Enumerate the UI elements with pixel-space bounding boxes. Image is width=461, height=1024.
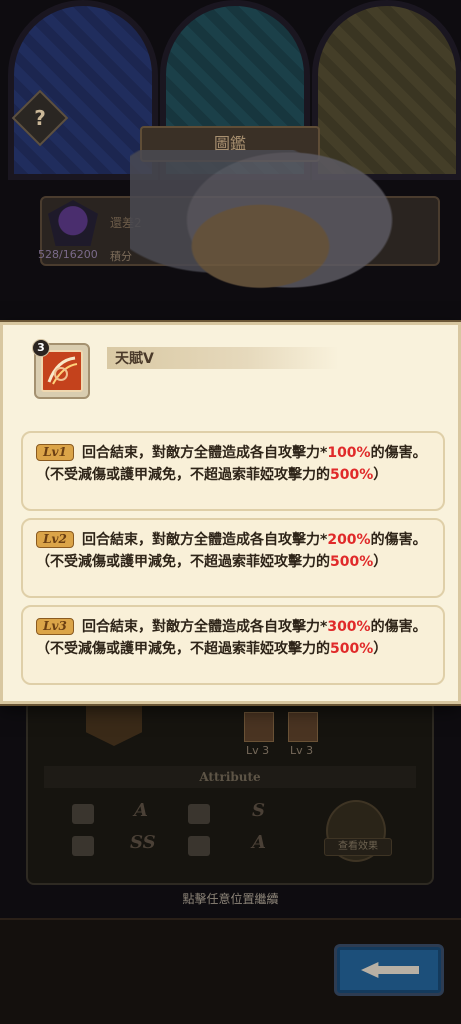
view-effect-label: 查看效果 — [324, 838, 392, 856]
damage-cap: 500% — [330, 467, 374, 483]
slash-icon — [41, 350, 83, 392]
collection-progress: 528/16200 — [38, 248, 98, 261]
character-art — [130, 150, 420, 325]
sword-icon — [72, 836, 94, 856]
help-icon: ? — [34, 106, 46, 130]
damage-cap: 500% — [330, 641, 374, 657]
talent-level-badge: 3 — [32, 339, 50, 357]
level-tag: Lv1 — [36, 444, 74, 461]
progress-label: 積分 — [110, 250, 132, 263]
talent-name: 天賦V — [115, 351, 154, 367]
attribute-grade: A — [134, 800, 148, 821]
talent-level-2: 回合結束，對敵方全體造成各自攻擊力*200%的傷害。（不受減傷或護甲減免，不超過… — [21, 518, 445, 598]
level-tag: Lv3 — [36, 618, 74, 635]
skill-level-label: Lv 3 — [290, 744, 314, 757]
attribute-grade: SS — [130, 832, 156, 853]
tap-to-continue-hint: 點擊任意位置繼續 — [182, 892, 279, 906]
damage-cap: 500% — [330, 554, 374, 570]
damage-percent: 300% — [327, 619, 371, 635]
talent-level-3: 回合結束，對敵方全體造成各自攻擊力*300%的傷害。（不受減傷或護甲減免，不超過… — [21, 605, 445, 685]
talent-description: 回合結束，對敵方全體造成各自攻擊力*300%的傷害。（不受減傷或護甲減免，不超過… — [36, 619, 427, 657]
view-effect-button[interactable]: 查看效果 — [324, 800, 392, 862]
back-arrow-icon — [361, 962, 419, 978]
damage-percent: 200% — [327, 532, 371, 548]
skill-level-label: Lv 3 — [246, 744, 270, 757]
shield-icon — [188, 804, 210, 824]
level-tag: Lv2 — [36, 531, 74, 548]
attribute-title: Attribute — [44, 766, 416, 788]
skill-icon[interactable] — [288, 712, 318, 742]
back-button[interactable] — [334, 944, 444, 996]
skill-icon[interactable] — [244, 712, 274, 742]
talent-icon-frame: 3 — [32, 339, 90, 399]
attribute-grade: A — [252, 832, 266, 853]
damage-percent: 100% — [327, 445, 371, 461]
talent-popup: 3 天賦V 回合結束，對敵方全體造成各自攻擊力*100%的傷害。（不受減傷或護甲… — [0, 322, 461, 704]
talent-description: 回合結束，對敵方全體造成各自攻擊力*200%的傷害。（不受減傷或護甲減免，不超過… — [36, 532, 427, 570]
boot-icon — [188, 836, 210, 856]
heart-icon — [72, 804, 94, 824]
talent-description: 回合結束，對敵方全體造成各自攻擊力*100%的傷害。（不受減傷或護甲減免，不超過… — [36, 445, 427, 483]
talent-level-1: 回合結束，對敵方全體造成各自攻擊力*100%的傷害。（不受減傷或護甲減免，不超過… — [21, 431, 445, 511]
attribute-grade: S — [252, 800, 265, 821]
